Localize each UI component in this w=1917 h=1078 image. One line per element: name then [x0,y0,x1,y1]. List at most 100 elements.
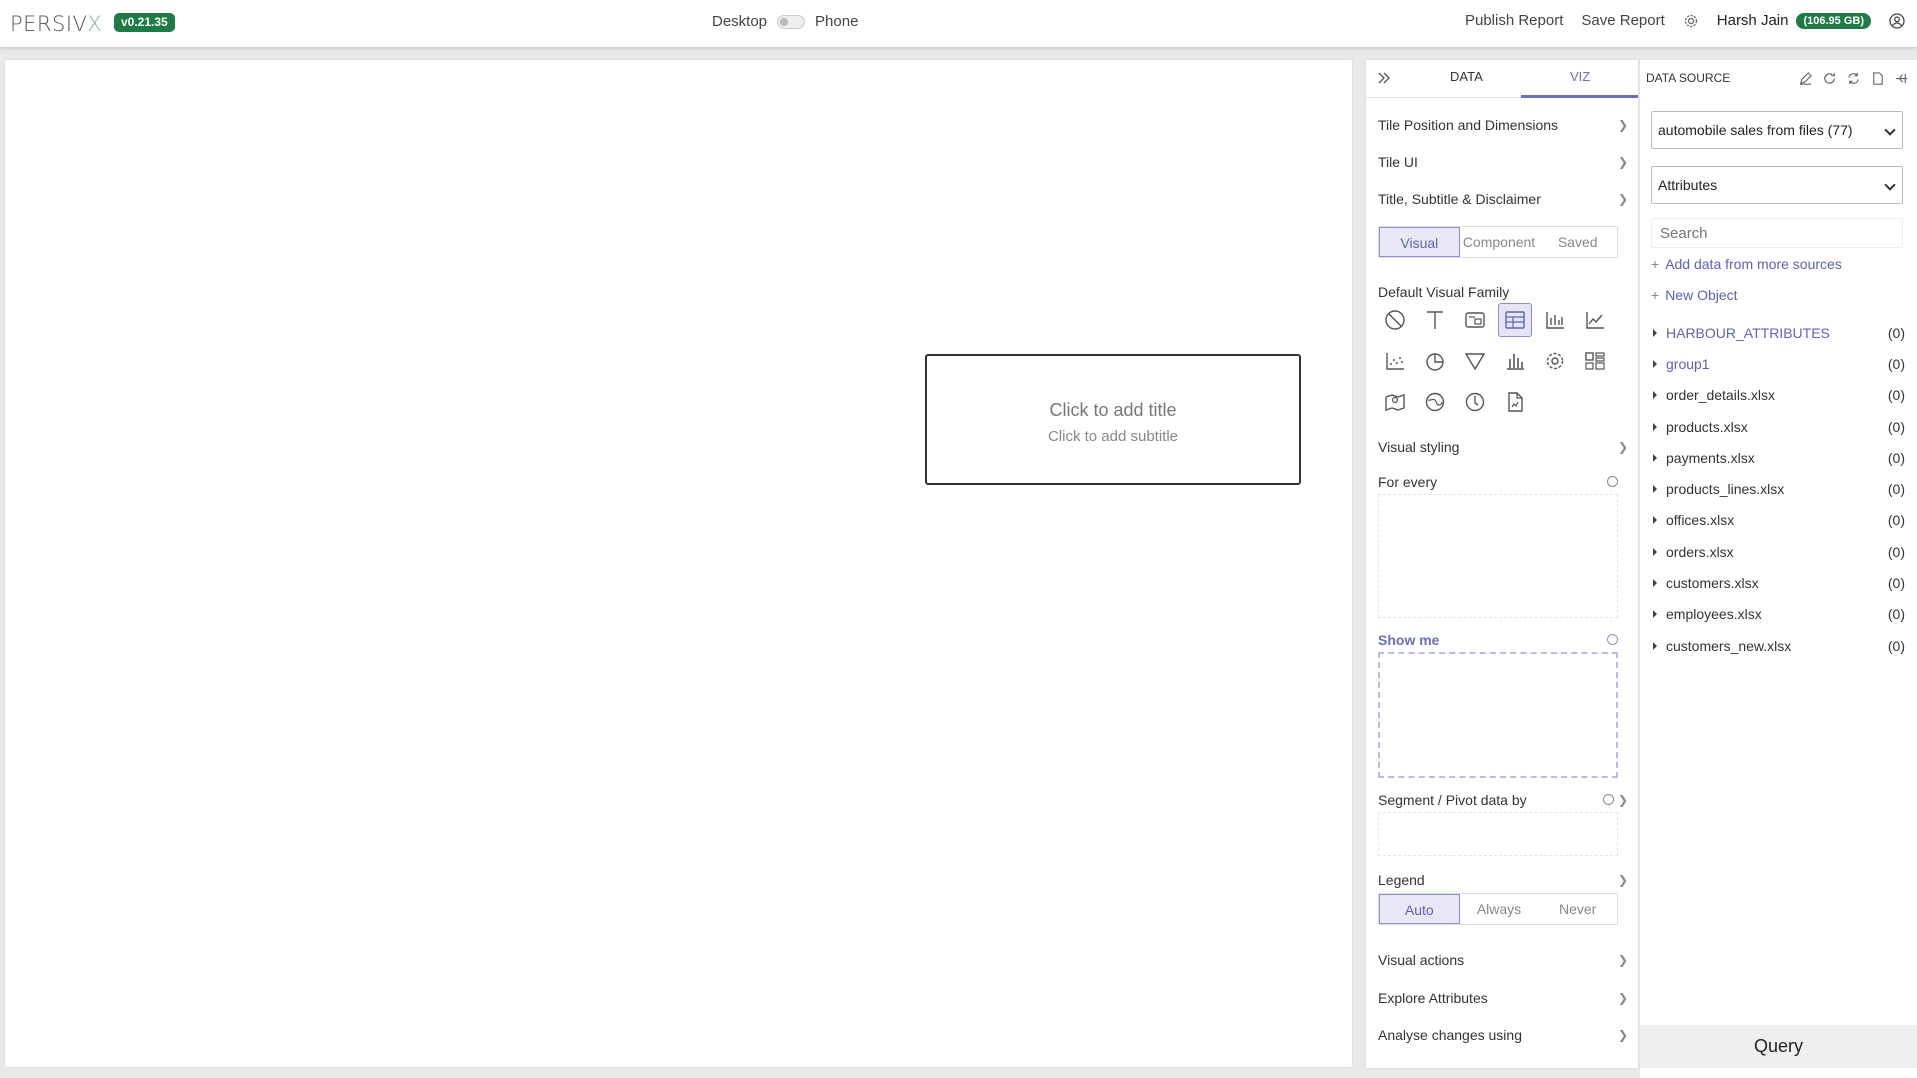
pie-chart-icon[interactable] [1418,344,1452,378]
plus-icon: + [1651,287,1660,303]
mode-visual[interactable]: Visual [1379,227,1460,257]
text-icon[interactable] [1418,303,1452,337]
refresh-icon[interactable] [1603,794,1614,805]
search-input[interactable] [1651,218,1903,248]
for-every-label: For every [1378,474,1438,490]
device-toggle: Desktop Phone [712,13,858,30]
map-icon[interactable] [1378,385,1412,419]
tab-viz[interactable]: VIZ [1570,69,1590,84]
tree-item-label: HARBOUR_ATTRIBUTES [1666,324,1830,341]
tile-position-section[interactable]: Tile Position and Dimensions ❯ [1378,117,1628,133]
tree-item[interactable]: group1 (0) [1653,348,1905,379]
sync-icon[interactable] [1846,71,1861,86]
caret-right-icon[interactable] [1653,485,1657,494]
layout-grid-icon[interactable] [1578,344,1612,378]
tree-item[interactable]: customers_new.xlsx (0) [1653,630,1905,661]
caret-right-icon[interactable] [1653,579,1657,588]
edit-icon[interactable] [1798,71,1813,86]
tree-item[interactable]: orders.xlsx (0) [1653,536,1905,567]
tree-item[interactable]: payments.xlsx (0) [1653,442,1905,473]
tree-item[interactable]: products.xlsx (0) [1653,411,1905,442]
tile-ui-section[interactable]: Tile UI ❯ [1378,154,1628,170]
caret-right-icon[interactable] [1653,422,1657,431]
device-switch[interactable] [777,14,806,29]
tree-item[interactable]: products_lines.xlsx (0) [1653,473,1905,504]
report-canvas[interactable]: Click to add title Click to add subtitle [5,60,1352,1067]
tree-item[interactable]: order_details.xlsx (0) [1653,380,1905,411]
clock-icon[interactable] [1458,385,1492,419]
caret-right-icon[interactable] [1653,610,1657,619]
caret-right-icon[interactable] [1653,453,1657,462]
explore-attributes-section[interactable]: Explore Attributes ❯ [1378,990,1628,1006]
view-select[interactable]: Attributes [1651,166,1903,204]
show-me-dropzone[interactable] [1378,652,1618,778]
caret-right-icon[interactable] [1653,641,1657,650]
line-chart-icon[interactable] [1578,303,1612,337]
phone-label[interactable]: Phone [815,13,858,30]
visual-actions-section[interactable]: Visual actions ❯ [1378,952,1628,968]
source-select[interactable]: automobile sales from files (77) [1651,111,1903,149]
publish-report-button[interactable]: Publish Report [1465,12,1563,29]
query-button[interactable]: Query [1640,1025,1917,1068]
tile-title[interactable]: Click to add title [927,400,1299,421]
storage-badge: (106.95 GB) [1796,12,1871,29]
analyse-changes-section[interactable]: Analyse changes using ❯ [1378,1027,1628,1043]
logo-x: X [87,12,103,36]
caret-right-icon[interactable] [1653,391,1657,400]
segment-dropzone[interactable] [1378,812,1618,856]
tree-item-count: (0) [1887,543,1905,560]
mode-component[interactable]: Component [1460,227,1539,257]
tree-item[interactable]: customers.xlsx (0) [1653,567,1905,598]
kpi-card-icon[interactable] [1458,303,1492,337]
refresh-icon[interactable] [1607,476,1618,487]
tile-subtitle[interactable]: Click to add subtitle [927,428,1299,445]
legend-always[interactable]: Always [1460,894,1539,924]
desktop-label[interactable]: Desktop [712,13,767,30]
caret-right-icon[interactable] [1653,516,1657,525]
settings-gear-icon[interactable] [1683,13,1699,29]
user-name[interactable]: Harsh Jain [1717,12,1789,29]
for-every-dropzone[interactable] [1378,494,1618,618]
tree-item[interactable]: HARBOUR_ATTRIBUTES (0) [1653,317,1905,348]
default-family-label: Default Visual Family [1378,284,1510,300]
globe-icon[interactable] [1418,385,1452,419]
add-data-sources-link[interactable]: + Add data from more sources [1651,256,1842,272]
new-object-link[interactable]: + New Object [1651,287,1738,303]
persivx-logo[interactable]: PERSIVX [10,12,102,36]
tab-data[interactable]: DATA [1450,69,1483,84]
legend-auto[interactable]: Auto [1379,894,1460,924]
account-icon[interactable] [1889,12,1905,29]
file-icon[interactable] [1870,71,1885,86]
scatter-chart-icon[interactable] [1378,344,1412,378]
chevron-right-icon: ❯ [1617,155,1628,169]
histogram-icon[interactable] [1498,344,1532,378]
none-icon[interactable] [1378,303,1412,337]
collapse-panel-icon[interactable] [1376,70,1394,88]
caret-right-icon[interactable] [1653,359,1657,368]
visual-tile[interactable]: Click to add title Click to add subtitle [925,354,1301,485]
tree-item[interactable]: employees.xlsx (0) [1653,599,1905,630]
bar-chart-icon[interactable] [1538,303,1572,337]
reload-icon[interactable] [1822,71,1837,86]
caret-right-icon[interactable] [1653,547,1657,556]
tile-ui-label: Tile UI [1378,154,1418,170]
caret-right-icon[interactable] [1653,328,1657,337]
legend-never[interactable]: Never [1538,894,1617,924]
legend-section[interactable]: Legend ❯ [1378,872,1628,888]
tree-item-label: customers.xlsx [1666,575,1759,592]
refresh-icon[interactable] [1607,634,1618,645]
segment-section[interactable]: Segment / Pivot data by ❯ [1378,792,1628,808]
table-icon[interactable] [1498,303,1532,337]
save-report-button[interactable]: Save Report [1581,12,1664,29]
funnel-icon[interactable] [1458,344,1492,378]
visual-styling-section[interactable]: Visual styling ❯ [1378,439,1628,455]
chevron-right-icon: ❯ [1617,793,1628,807]
merge-icon[interactable] [1894,71,1909,86]
document-icon[interactable] [1498,385,1532,419]
viz-panel: DATA VIZ Tile Position and Dimensions ❯ … [1366,60,1638,1068]
tree-item[interactable]: offices.xlsx (0) [1653,505,1905,536]
title-subtitle-section[interactable]: Title, Subtitle & Disclaimer ❯ [1378,191,1628,207]
settings-gear-icon[interactable] [1538,344,1572,378]
tree-item-count: (0) [1887,606,1905,623]
mode-saved[interactable]: Saved [1538,227,1617,257]
